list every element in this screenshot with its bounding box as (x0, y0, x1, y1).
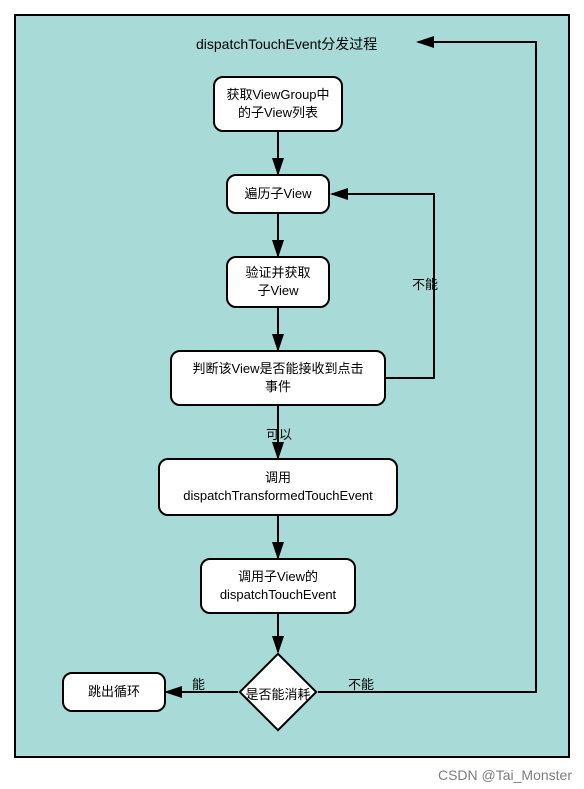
node-label: 调用 dispatchTransformedTouchEvent (183, 469, 373, 504)
node-label: 遍历子View (245, 185, 312, 203)
node-validate-get-child: 验证并获取 子View (226, 256, 330, 308)
diagram-title: dispatchTouchEvent分发过程 (196, 34, 377, 54)
edge-label-can: 可以 (266, 424, 292, 443)
edge-label-consume-yes: 能 (192, 674, 205, 693)
node-label: 调用子View的 dispatchTouchEvent (220, 568, 336, 603)
node-child-dispatch-touch: 调用子View的 dispatchTouchEvent (200, 558, 356, 614)
node-can-receive-click: 判断该View是否能接收到点击 事件 (170, 350, 386, 406)
decision-label: 是否能消耗 (242, 684, 314, 703)
node-label: 验证并获取 子View (245, 264, 310, 299)
watermark: CSDN @Tai_Monster (438, 767, 572, 783)
edge-label-cannot-receive: 不能 (412, 274, 438, 293)
node-iterate-child-view: 遍历子View (226, 174, 330, 214)
node-label: 判断该View是否能接收到点击 事件 (193, 360, 364, 395)
node-label: 获取ViewGroup中 的子View列表 (226, 86, 329, 121)
edge-label-consume-no: 不能 (348, 674, 374, 693)
node-get-child-views: 获取ViewGroup中 的子View列表 (213, 76, 343, 132)
node-label: 跳出循环 (88, 683, 140, 701)
node-dispatch-transformed: 调用 dispatchTransformedTouchEvent (158, 458, 398, 516)
diagram-canvas: dispatchTouchEvent分发过程 获取ViewGroup中 的子Vi… (14, 14, 570, 758)
node-break-loop: 跳出循环 (62, 672, 166, 712)
